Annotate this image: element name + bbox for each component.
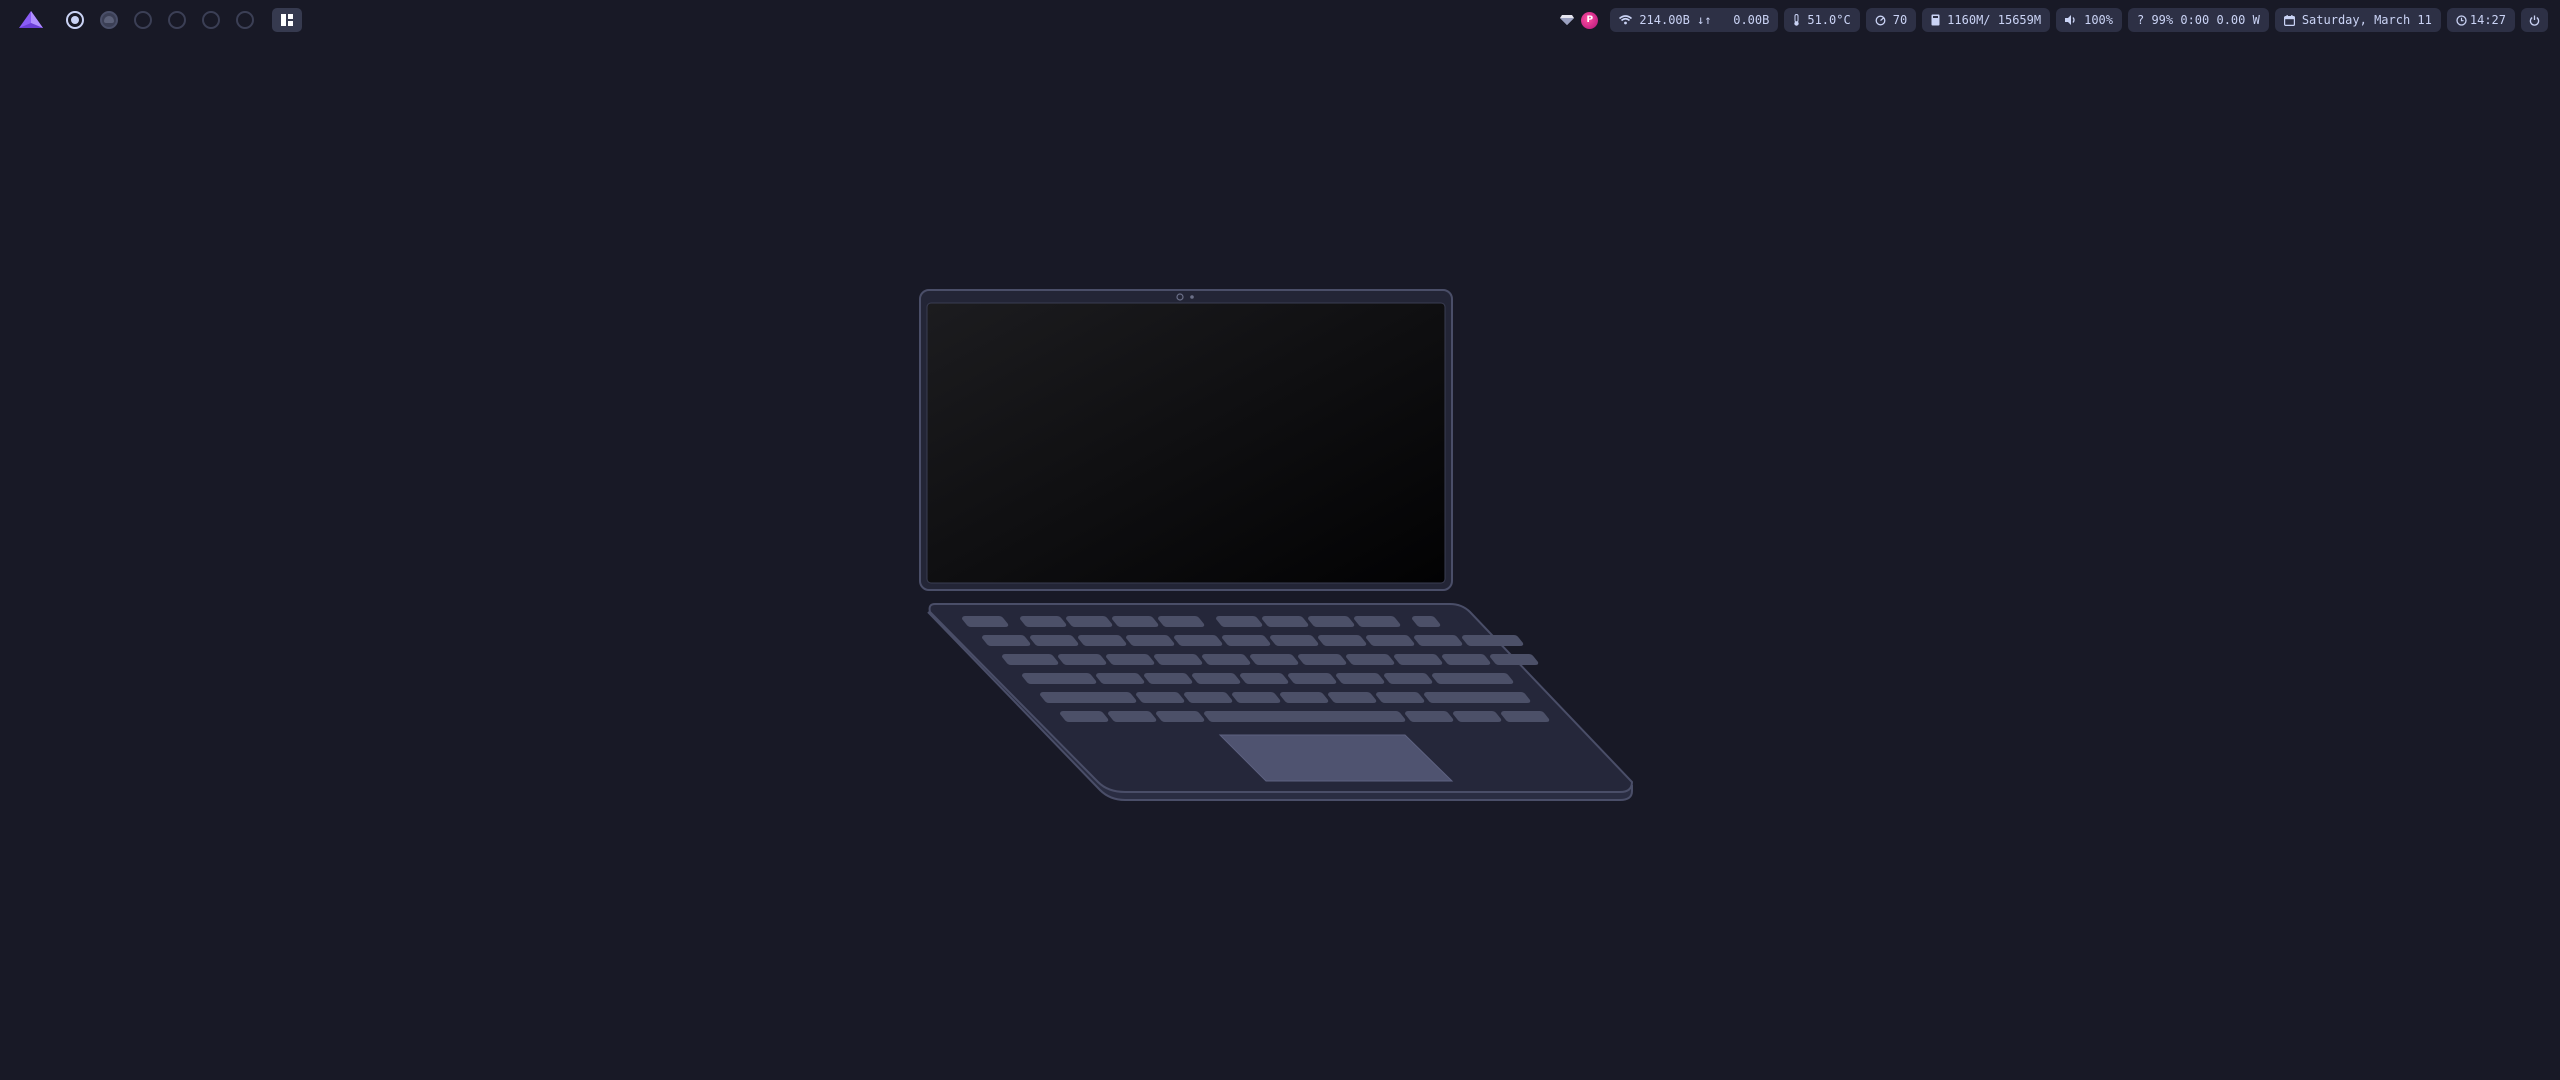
keyboard-key: [1060, 711, 1109, 722]
keyboard-key: [1405, 711, 1454, 722]
keyboard-key: [1144, 673, 1193, 684]
keyboard-key: [1020, 616, 1067, 627]
keyboard-key: [1154, 654, 1203, 665]
keyboard-key: [962, 616, 1009, 627]
keyboard-key: [1126, 635, 1175, 646]
keyboard-key: [1270, 635, 1319, 646]
keyboard-key: [1462, 635, 1524, 646]
keyboard-key: [1030, 635, 1079, 646]
keyboard-key: [1202, 654, 1251, 665]
keyboard-key: [1250, 654, 1299, 665]
keyboard-key: [1346, 654, 1395, 665]
keyboard-key: [1058, 654, 1107, 665]
keyboard-key: [1288, 673, 1337, 684]
keyboard-key: [1490, 654, 1539, 665]
keyboard-key: [1394, 654, 1443, 665]
keyboard-key: [1106, 654, 1155, 665]
keyboard-key: [1184, 692, 1233, 703]
keyboard-key: [1354, 616, 1401, 627]
keyboard-key: [1384, 673, 1433, 684]
keyboard-key: [1112, 616, 1159, 627]
keyboard-key: [1424, 692, 1531, 703]
webcam-led: [1190, 295, 1194, 299]
keyboard-key: [1174, 635, 1223, 646]
keyboard-key: [1078, 635, 1127, 646]
keyboard-key: [1204, 711, 1406, 722]
keyboard-key: [1158, 616, 1205, 627]
keyboard-key: [1222, 635, 1271, 646]
keyboard-key: [1501, 711, 1550, 722]
keyboard-key: [1414, 635, 1463, 646]
keyboard-key: [1366, 635, 1415, 646]
keyboard-key: [1096, 673, 1145, 684]
keyboard-key: [1108, 711, 1157, 722]
keyboard-key: [1308, 616, 1355, 627]
keyboard-key: [1318, 635, 1367, 646]
keyboard-key: [1280, 692, 1329, 703]
keyboard-key: [1298, 654, 1347, 665]
keyboard-key: [1156, 711, 1205, 722]
keyboard-key: [1376, 692, 1425, 703]
laptop-screen: [926, 302, 1446, 584]
keyboard-key: [1232, 692, 1281, 703]
keyboard-key: [982, 635, 1031, 646]
keyboard-key: [1040, 692, 1137, 703]
keyboard-key: [1216, 616, 1263, 627]
keyboard-key: [1136, 692, 1185, 703]
keyboard-key: [1432, 673, 1514, 684]
keyboard-key: [1328, 692, 1377, 703]
keyboard-key: [1240, 673, 1289, 684]
keyboard-key: [1336, 673, 1385, 684]
keyboard-key: [1066, 616, 1113, 627]
keyboard-key: [1453, 711, 1502, 722]
laptop-illustration: [919, 289, 1634, 801]
keyboard-key: [1022, 673, 1097, 684]
keyboard-key: [1192, 673, 1241, 684]
keyboard-key: [1002, 654, 1059, 665]
keyboard-key: [1442, 654, 1491, 665]
keyboard-key: [1262, 616, 1309, 627]
